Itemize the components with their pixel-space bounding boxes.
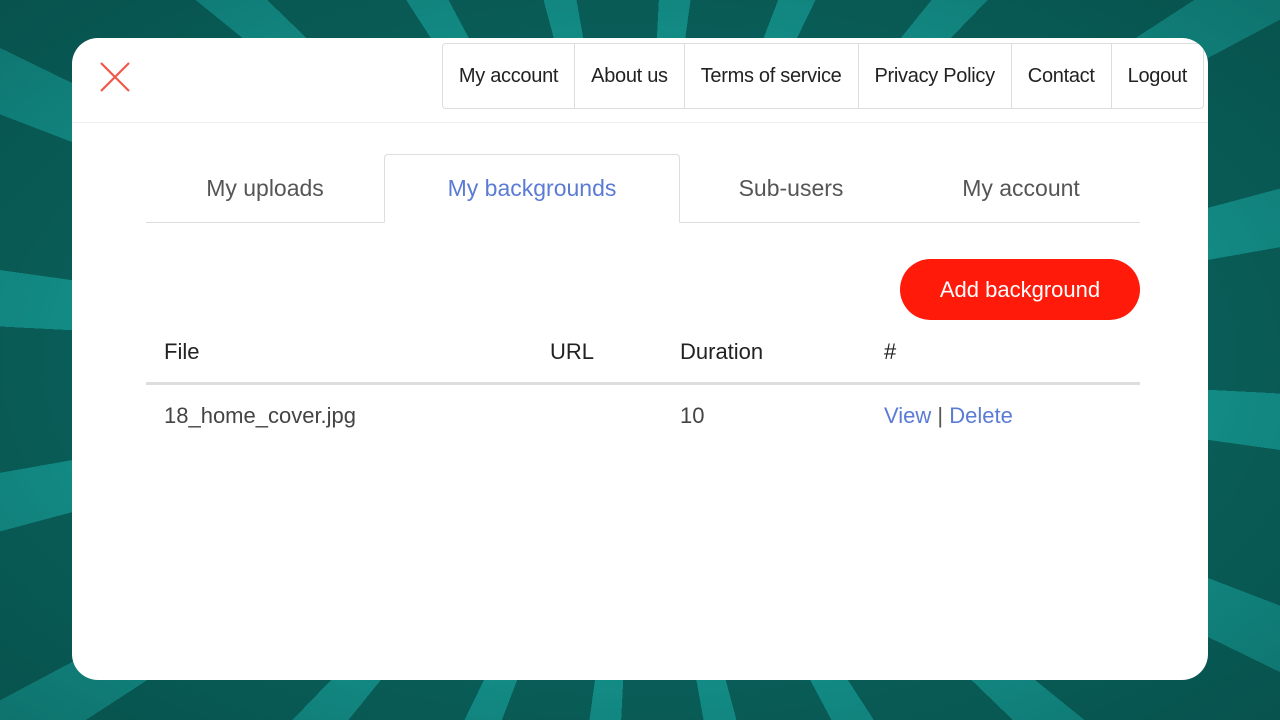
action-separator: | [937,403,944,428]
column-header-url: URL [532,322,662,385]
nav-terms-of-service[interactable]: Terms of service [683,44,858,108]
modal-card: My account About us Terms of service Pri… [72,38,1208,680]
table-row: 18_home_cover.jpg 10 View | Delete [146,384,1140,448]
close-icon[interactable] [98,60,132,94]
column-header-duration: Duration [662,322,866,385]
cell-actions: View | Delete [866,384,1140,448]
nav-logout[interactable]: Logout [1110,44,1203,108]
cell-duration: 10 [680,403,705,428]
nav-privacy-policy[interactable]: Privacy Policy [857,44,1011,108]
top-nav: My account About us Terms of service Pri… [441,43,1204,109]
add-background-button[interactable]: Add background [900,259,1140,320]
view-link[interactable]: View [884,403,931,428]
delete-link[interactable]: Delete [949,403,1013,428]
nav-my-account[interactable]: My account [443,44,574,108]
cell-url [532,384,662,448]
column-header-actions: # [866,322,1140,385]
backgrounds-table: File URL Duration # 18_home_cover.jpg 10… [146,322,1140,447]
tab-my-backgrounds[interactable]: My backgrounds [384,154,680,223]
table-header-row: File URL Duration # [146,322,1140,385]
account-tabs: My uploads My backgrounds Sub-users My a… [146,154,1140,223]
nav-about-us[interactable]: About us [574,44,684,108]
tab-my-uploads[interactable]: My uploads [146,154,384,222]
tab-my-account[interactable]: My account [902,154,1140,222]
column-header-file: File [146,322,532,385]
top-bar: My account About us Terms of service Pri… [72,38,1208,123]
cell-file: 18_home_cover.jpg [164,403,357,428]
tab-sub-users[interactable]: Sub-users [680,154,902,222]
nav-contact[interactable]: Contact [1010,44,1111,108]
